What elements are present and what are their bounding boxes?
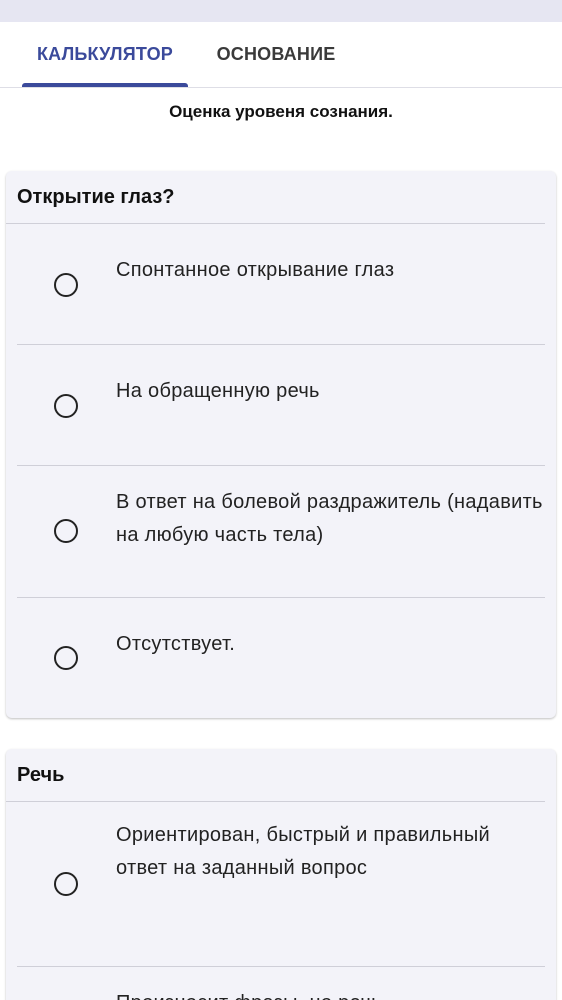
tab-basis[interactable]: ОСНОВАНИЕ — [213, 22, 339, 87]
option-eyes-to-pain[interactable]: В ответ на болевой раздражитель (надавит… — [17, 466, 545, 598]
option-label: Ориентирован, быстрый и правильный ответ… — [116, 824, 490, 879]
radio-unchecked-icon[interactable] — [54, 273, 78, 297]
option-eyes-none[interactable]: Отсутствует. — [17, 598, 545, 718]
calculator-content: Оценка уровеня сознания. Открытие глаз? … — [0, 88, 562, 1000]
tab-calculator[interactable]: КАЛЬКУЛЯТОР — [22, 22, 188, 87]
option-eyes-spontaneous[interactable]: Спонтанное открывание глаз — [17, 224, 545, 345]
radio-unchecked-icon[interactable] — [54, 872, 78, 896]
option-label: В ответ на болевой раздражитель (надавит… — [116, 491, 543, 546]
question-card-eyes: Открытие глаз? Спонтанное открывание гла… — [6, 171, 556, 718]
tab-bar: КАЛЬКУЛЯТОР ОСНОВАНИЕ — [0, 22, 562, 88]
radio-unchecked-icon[interactable] — [54, 519, 78, 543]
option-label: На обращенную речь — [116, 380, 320, 402]
option-speech-phrases[interactable]: Произносит фразы, но речь — [17, 967, 545, 1000]
question-title-eyes: Открытие глаз? — [6, 171, 545, 224]
tab-basis-label: ОСНОВАНИЕ — [216, 44, 336, 64]
radio-unchecked-icon[interactable] — [54, 394, 78, 418]
radio-unchecked-icon[interactable] — [54, 646, 78, 670]
question-title-speech: Речь — [6, 749, 545, 802]
question-card-speech: Речь Ориентирован, быстрый и правильный … — [6, 749, 556, 1000]
option-label: Произносит фразы, но речь — [116, 987, 382, 1000]
option-speech-oriented[interactable]: Ориентирован, быстрый и правильный ответ… — [17, 802, 545, 967]
tab-calculator-label: КАЛЬКУЛЯТОР — [36, 44, 174, 64]
option-eyes-to-speech[interactable]: На обращенную речь — [17, 345, 545, 466]
option-label: Отсутствует. — [116, 633, 236, 655]
page-subtitle: Оценка уровеня сознания. — [169, 102, 393, 121]
option-label: Спонтанное открывание глаз — [116, 259, 395, 281]
status-bar-strip — [0, 0, 562, 22]
